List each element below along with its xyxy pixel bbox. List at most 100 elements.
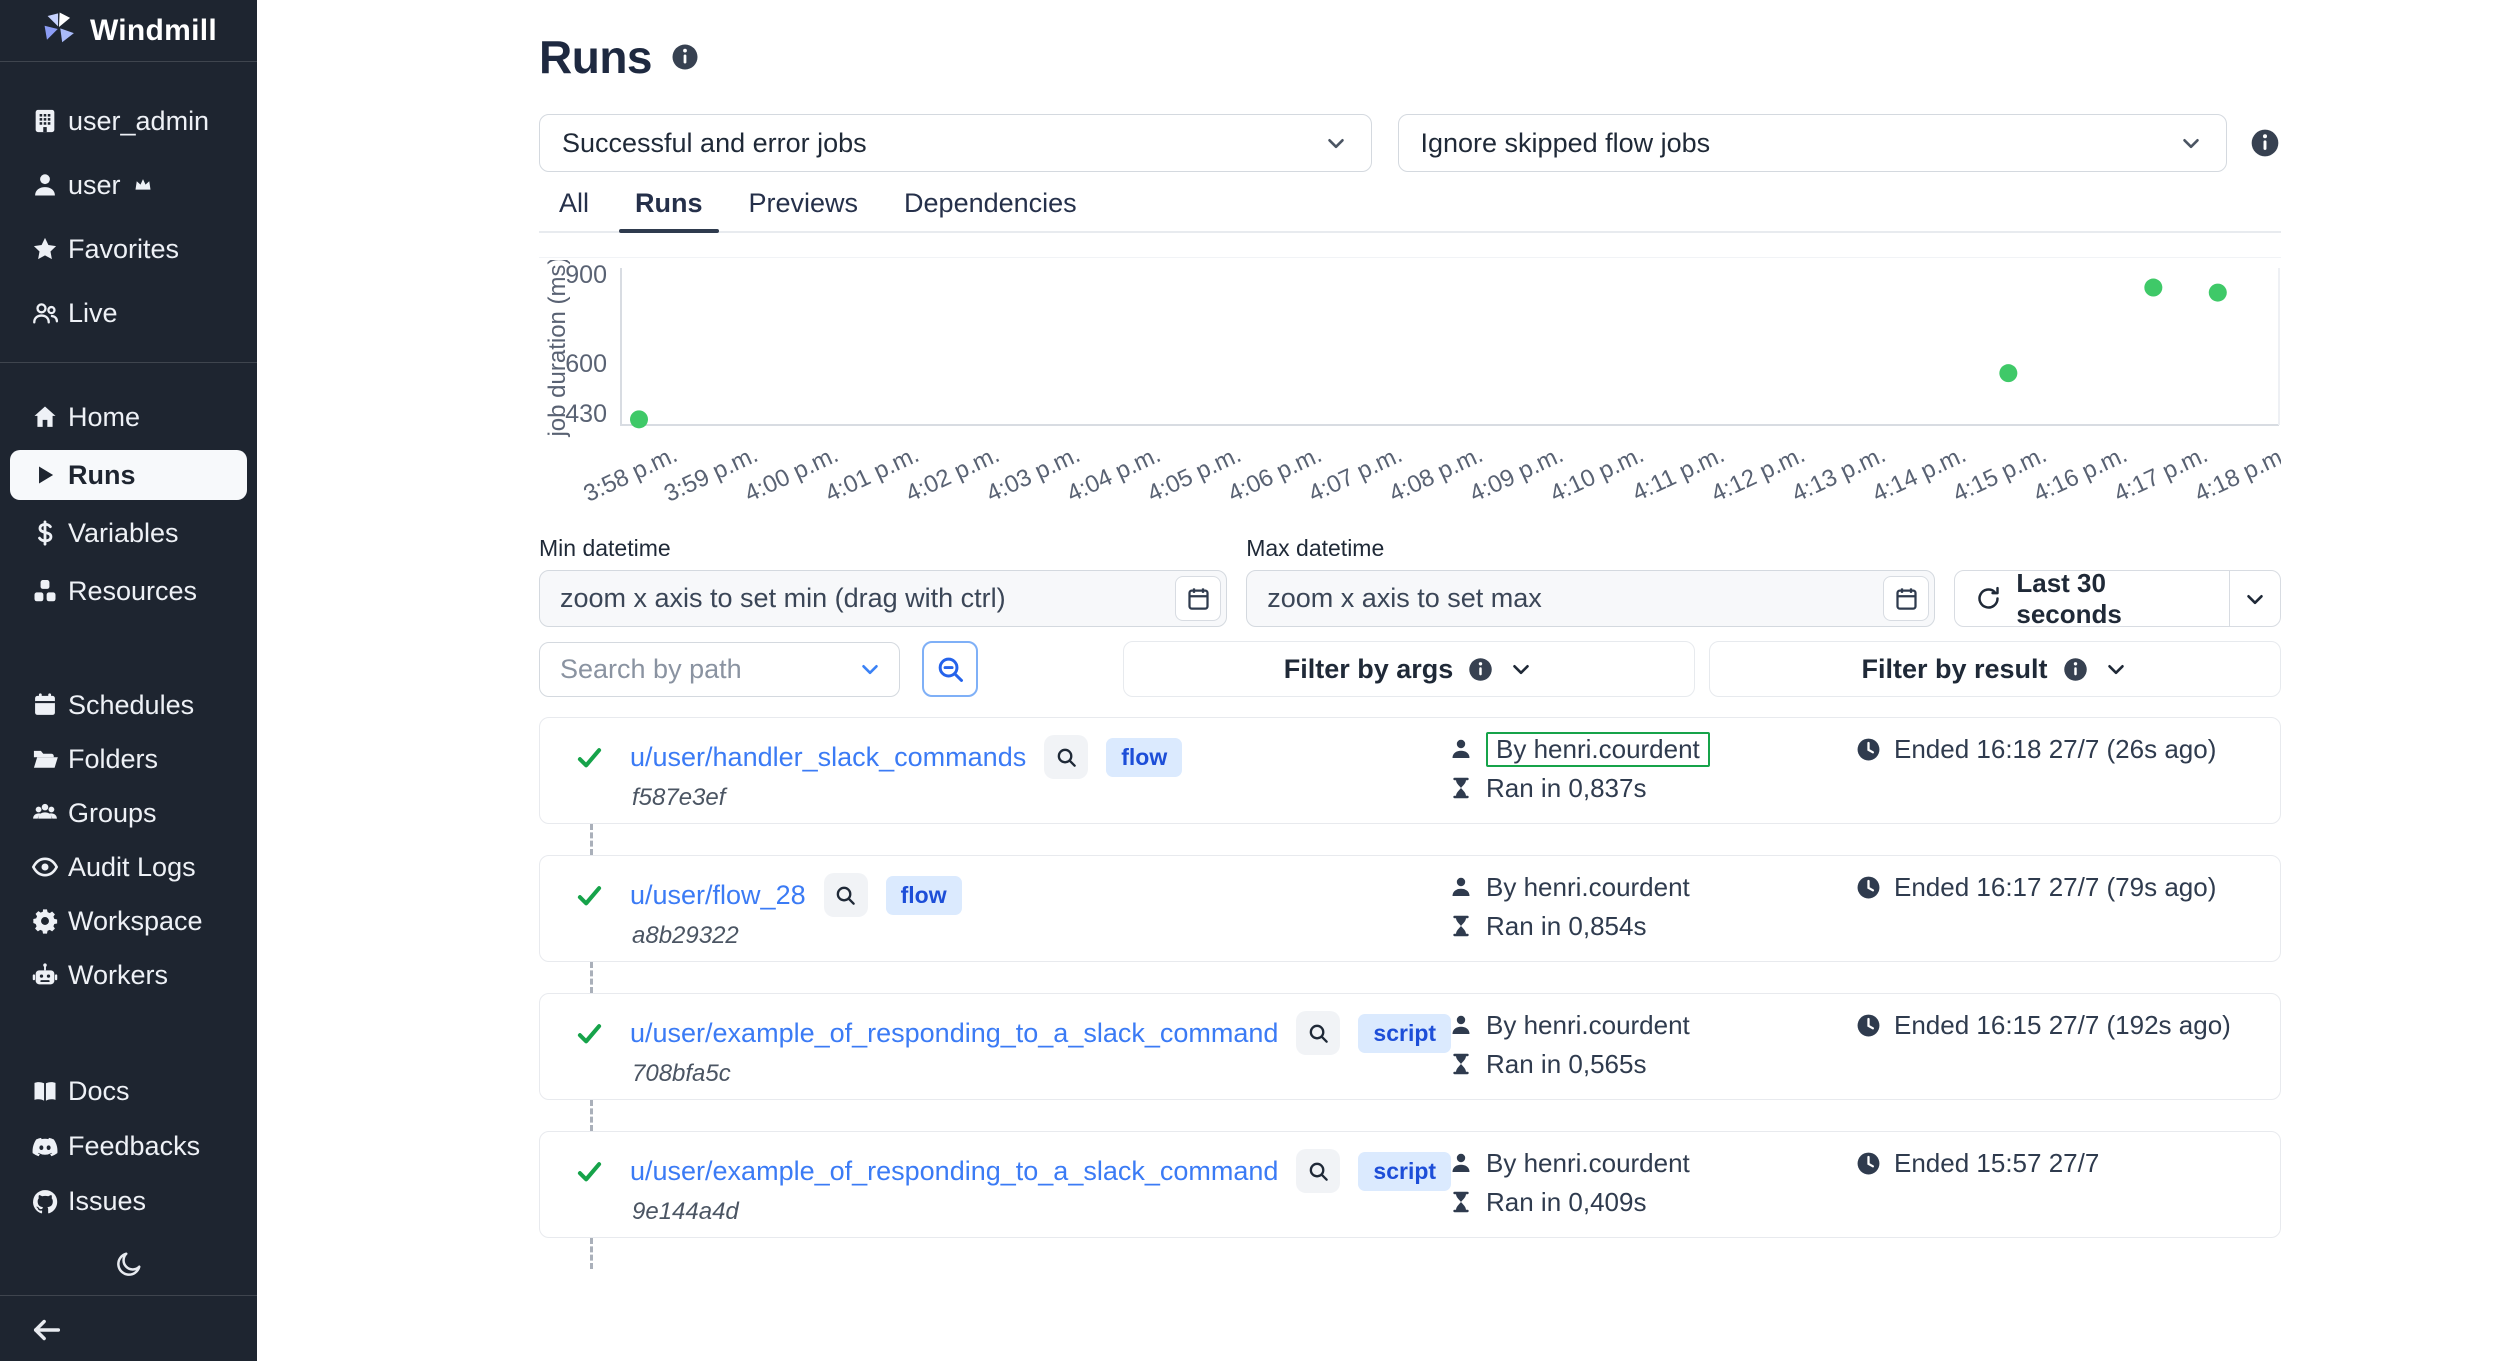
- sidebar-item-user[interactable]: user: [0, 153, 257, 217]
- person-icon: [1449, 875, 1473, 899]
- sidebar-group: user_adminuser Favorites Live: [0, 89, 257, 345]
- sidebar-item-runs[interactable]: Runs: [10, 450, 247, 500]
- person-icon: [1449, 737, 1473, 761]
- sidebar-item-label: Runs: [68, 460, 136, 491]
- tab-runs[interactable]: Runs: [619, 188, 719, 231]
- inspect-run-button[interactable]: [1296, 1011, 1340, 1055]
- sidebar-item-label: user: [68, 170, 121, 201]
- inspect-run-button[interactable]: [1044, 735, 1088, 779]
- person-icon: [1449, 1013, 1473, 1037]
- axis-line: [621, 268, 2279, 425]
- chevron-down-icon: [1323, 130, 1349, 156]
- chevron-down-icon: [857, 656, 883, 682]
- run-row[interactable]: u/user/handler_slack_commandsflowf587e3e…: [539, 717, 2281, 824]
- time-range-value: Last 30 seconds: [2016, 570, 2208, 627]
- run-path-link[interactable]: u/user/example_of_responding_to_a_slack_…: [630, 1018, 1278, 1049]
- run-by: By henri.courdent: [1486, 1148, 1690, 1179]
- windmill-logo-icon: [40, 9, 78, 52]
- chevron-down-icon: [2103, 656, 2129, 682]
- max-datetime-group: Max datetime zoom x axis to set max: [1246, 535, 1935, 627]
- sidebar-item-favorites[interactable]: Favorites: [0, 217, 257, 281]
- sidebar: Windmill user_adminuser Favorites Live Home…: [0, 0, 257, 1361]
- run-ended: Ended 16:15 27/7 (192s ago): [1856, 1008, 2231, 1042]
- info-icon: [2062, 656, 2089, 683]
- data-point[interactable]: [630, 410, 648, 428]
- run-ended-text: Ended 16:17 27/7 (79s ago): [1894, 872, 2216, 903]
- app-logo[interactable]: Windmill: [0, 0, 257, 62]
- data-point[interactable]: [2144, 279, 2162, 297]
- search-placeholder: Search by path: [560, 654, 742, 685]
- data-point[interactable]: [1999, 364, 2017, 382]
- sidebar-item-workers[interactable]: Workers: [0, 948, 257, 1002]
- run-by: By henri.courdent: [1486, 1010, 1690, 1041]
- sidebar-item-groups[interactable]: Groups: [0, 786, 257, 840]
- run-by: By henri.courdent: [1486, 732, 1710, 767]
- job-duration-chart[interactable]: job duration (ms)4306009003:58 p.m.3:59 …: [539, 257, 2281, 517]
- run-path-link[interactable]: u/user/flow_28: [630, 880, 806, 911]
- run-id: a8b29322: [632, 922, 739, 950]
- crown-icon: [133, 175, 153, 195]
- run-ended-text: Ended 16:18 27/7 (26s ago): [1894, 734, 2216, 765]
- run-connector: [590, 962, 593, 993]
- sidebar-item-home[interactable]: Home: [0, 388, 257, 446]
- tab-all[interactable]: All: [543, 188, 605, 231]
- sidebar-item-live[interactable]: Live: [0, 281, 257, 345]
- sidebar-item-folders[interactable]: Folders: [0, 732, 257, 786]
- run-row[interactable]: u/user/example_of_responding_to_a_slack_…: [539, 993, 2281, 1100]
- app-title: Windmill: [90, 14, 217, 48]
- skipped-flow-filter-value: Ignore skipped flow jobs: [1421, 128, 1711, 159]
- dark-mode-toggle[interactable]: [0, 1248, 257, 1280]
- time-range-button[interactable]: Last 30 seconds: [1954, 570, 2281, 627]
- sidebar-item-label: Resources: [68, 576, 197, 607]
- sidebar-group: DocsFeedbacksIssues: [0, 1064, 257, 1229]
- sidebar-item-schedules[interactable]: Schedules: [0, 678, 257, 732]
- calendar-button[interactable]: [1883, 576, 1929, 621]
- sidebar-item-docs[interactable]: Docs: [0, 1064, 257, 1119]
- info-icon[interactable]: [670, 42, 700, 72]
- dollar-icon: [30, 519, 60, 547]
- sidebar-item-label: Home: [68, 402, 140, 433]
- filter-by-result-button[interactable]: Filter by result: [1709, 641, 2281, 697]
- data-point[interactable]: [2209, 284, 2227, 302]
- cubes-icon: [30, 577, 60, 605]
- run-row[interactable]: u/user/flow_28flowa8b29322By henri.courd…: [539, 855, 2281, 962]
- run-duration: Ran in 0,837s: [1486, 773, 1646, 804]
- sidebar-item-issues[interactable]: Issues: [0, 1174, 257, 1229]
- min-datetime-placeholder: zoom x axis to set min (drag with ctrl): [560, 583, 1006, 614]
- sidebar-item-user-admin[interactable]: user_admin: [0, 89, 257, 153]
- clock-icon: [1856, 875, 1881, 900]
- sidebar-item-audit-logs[interactable]: Audit Logs: [0, 840, 257, 894]
- run-path-link[interactable]: u/user/handler_slack_commands: [630, 742, 1026, 773]
- success-check-icon: [576, 1158, 603, 1185]
- tab-dependencies[interactable]: Dependencies: [888, 188, 1093, 231]
- chevron-down-icon[interactable]: [2230, 571, 2280, 626]
- star-icon: [30, 235, 60, 263]
- run-row[interactable]: u/user/example_of_responding_to_a_slack_…: [539, 1131, 2281, 1238]
- inspect-run-button[interactable]: [1296, 1149, 1340, 1193]
- sidebar-item-variables[interactable]: Variables: [0, 504, 257, 562]
- min-datetime-input[interactable]: zoom x axis to set min (drag with ctrl): [539, 570, 1227, 627]
- sidebar-item-label: Schedules: [68, 690, 194, 721]
- inspect-run-button[interactable]: [824, 873, 868, 917]
- users-icon: [30, 299, 60, 327]
- run-path-link[interactable]: u/user/example_of_responding_to_a_slack_…: [630, 1156, 1278, 1187]
- sidebar-item-label: Live: [68, 298, 118, 329]
- tab-previews[interactable]: Previews: [733, 188, 875, 231]
- filter-by-args-button[interactable]: Filter by args: [1123, 641, 1695, 697]
- sidebar-item-workspace[interactable]: Workspace: [0, 894, 257, 948]
- main-content: Runs Successful and error jobs Ignore sk…: [257, 0, 2500, 1361]
- job-status-filter-select[interactable]: Successful and error jobs: [539, 114, 1372, 172]
- chevron-down-icon: [2178, 130, 2204, 156]
- calendar-button[interactable]: [1175, 576, 1221, 621]
- collapse-sidebar-button[interactable]: [24, 1312, 70, 1351]
- chevron-down-icon: [1508, 656, 1534, 682]
- info-icon[interactable]: [2249, 127, 2281, 159]
- skipped-flow-filter-select[interactable]: Ignore skipped flow jobs: [1398, 114, 2228, 172]
- max-datetime-input[interactable]: zoom x axis to set max: [1246, 570, 1935, 627]
- sidebar-item-resources[interactable]: Resources: [0, 562, 257, 620]
- robot-icon: [30, 961, 60, 989]
- sidebar-item-feedbacks[interactable]: Feedbacks: [0, 1119, 257, 1174]
- search-button[interactable]: [922, 641, 978, 697]
- sidebar-group: Home Runs Variables Resources: [0, 388, 257, 620]
- search-by-path-input[interactable]: Search by path: [539, 642, 900, 697]
